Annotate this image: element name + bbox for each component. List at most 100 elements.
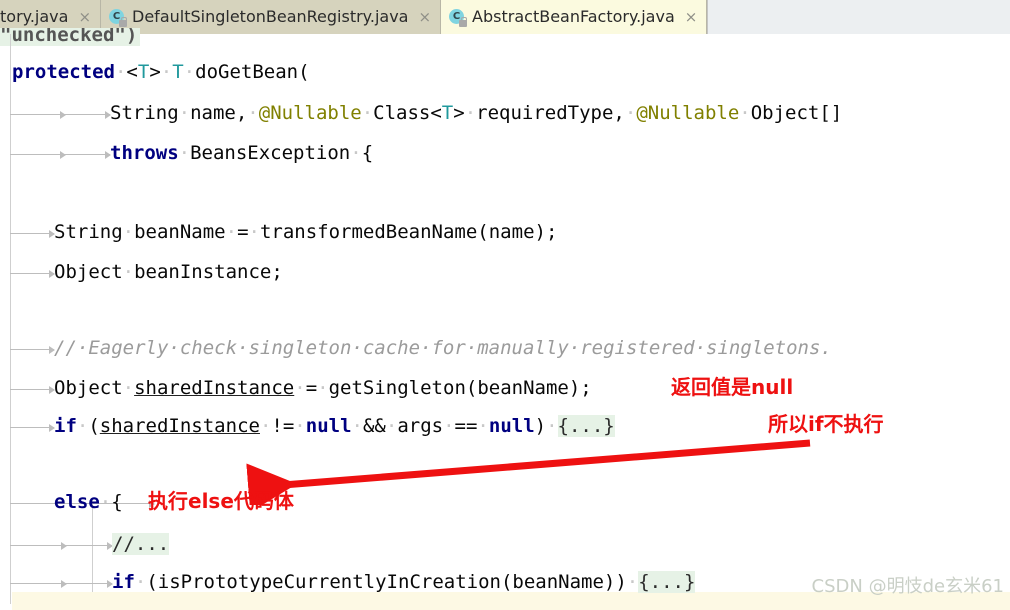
code-token: · <box>183 61 196 83</box>
code-token: beanName <box>134 221 226 243</box>
line-throws[interactable]: throws·BeansException·{ <box>0 139 373 167</box>
code-token: · <box>160 61 173 83</box>
code-token: ) <box>534 415 547 437</box>
line-params[interactable]: String·name,·@Nullable·Class<T>·required… <box>0 99 842 127</box>
code-token: · <box>477 415 489 437</box>
code-token: requiredType, <box>476 102 625 124</box>
code-token: getSingleton(beanName); <box>328 377 592 399</box>
code-token: {...} <box>638 571 696 593</box>
code-token: {...} <box>557 415 615 437</box>
line-method-signature[interactable]: protected·<T>·T·doGetBean( <box>0 58 310 86</box>
code-token: Class< <box>373 102 442 124</box>
tab-label: tory.java <box>0 7 69 26</box>
code-token: protected <box>12 61 115 83</box>
code-token: if <box>54 415 77 437</box>
code-token: · <box>443 415 455 437</box>
code-token: Object[] <box>750 102 843 124</box>
code-token: · <box>739 102 751 124</box>
code-token: · <box>122 221 135 243</box>
code-token: throws <box>110 142 179 164</box>
code-token: · <box>122 377 135 399</box>
tab-label: AbstractBeanFactory.java <box>472 7 675 26</box>
annot-run-else: 执行else代码体 <box>148 489 294 513</box>
code-token: · <box>464 102 477 124</box>
line-beaninstance[interactable]: Object·beanInstance; <box>0 258 283 286</box>
code-token: > <box>453 102 465 124</box>
code-token: doGetBean( <box>195 61 310 83</box>
code-token: · <box>626 571 639 593</box>
close-icon[interactable]: × <box>685 9 698 25</box>
code-token: · <box>114 61 127 83</box>
line-if-shared[interactable]: if·(sharedInstance·!=·null·&&·args·==·nu… <box>0 412 615 440</box>
code-token: · <box>99 491 112 513</box>
watermark-text: CSDN @明忮de玄米61 <box>811 576 1004 597</box>
code-token: { <box>361 142 374 164</box>
code-token: else <box>54 491 100 513</box>
tab-defaultsingletonbeanregistry-java[interactable]: C DefaultSingletonBeanRegistry.java × <box>101 0 442 34</box>
code-token: Object <box>54 261 123 283</box>
editor-tab-bar: tory.java × C DefaultSingletonBeanRegist… <box>0 0 1010 34</box>
code-token: · <box>546 415 558 437</box>
code-token: ( <box>88 415 100 437</box>
code-token: · <box>178 142 191 164</box>
close-icon[interactable]: × <box>418 9 431 25</box>
tab-label: DefaultSingletonBeanRegistry.java <box>132 7 409 26</box>
code-token: · <box>361 102 374 124</box>
code-token: · <box>624 102 637 124</box>
annot-return-null: 返回值是null <box>671 375 794 399</box>
code-token: && <box>362 415 386 437</box>
code-token: { <box>111 491 123 513</box>
code-token: T <box>137 61 150 83</box>
code-token: null <box>488 415 535 437</box>
code-token: @Nullable <box>636 102 740 124</box>
code-token: · <box>294 377 306 399</box>
code-token: · <box>294 415 306 437</box>
code-token: · <box>350 142 362 164</box>
code-token: //... <box>112 533 170 555</box>
line-beanname[interactable]: String·beanName·=·transformedBeanName(na… <box>0 218 557 246</box>
code-token: · <box>134 571 147 593</box>
code-token: sharedInstance <box>99 415 260 437</box>
code-token: BeansException <box>190 142 351 164</box>
code-token: · <box>248 221 260 243</box>
code-token: Object <box>54 377 123 399</box>
code-token: = <box>237 221 249 243</box>
code-token: (isPrototypeCurrentlyInCreation(beanName… <box>146 571 627 593</box>
tab-bar-empty-area <box>707 0 1010 34</box>
code-token: name, <box>190 102 248 124</box>
code-token: if <box>112 571 135 593</box>
code-token: beanInstance; <box>134 261 283 283</box>
code-token: args <box>397 415 444 437</box>
code-token: = <box>305 377 318 399</box>
annot-if-not-run: 所以if不执行 <box>768 412 884 436</box>
code-token: null <box>305 415 352 437</box>
code-token: · <box>122 261 135 283</box>
java-class-icon: C <box>449 8 468 27</box>
code-token: · <box>225 221 238 243</box>
line-ellipsis-comment[interactable]: //... <box>0 530 170 558</box>
line-comment[interactable]: //·Eagerly·check·singleton·cache·for·man… <box>0 334 832 362</box>
code-token: < <box>126 61 138 83</box>
code-token: sharedInstance <box>134 377 295 399</box>
line-getsingleton[interactable]: Object·sharedInstance·=·getSingleton(bea… <box>0 374 592 402</box>
code-token: · <box>178 102 191 124</box>
code-token: @Nullable <box>258 102 362 124</box>
code-token: · <box>247 102 259 124</box>
close-icon[interactable]: × <box>78 9 91 25</box>
line-if-prototype[interactable]: if·(isPrototypeCurrentlyInCreation(beanN… <box>0 568 696 596</box>
clipped-annotation-line: "unchecked") <box>0 28 141 46</box>
tab-abstractbeanfactory-java[interactable]: C AbstractBeanFactory.java × <box>441 0 708 34</box>
code-token: T <box>172 61 184 83</box>
editor-window: tory.java × C DefaultSingletonBeanRegist… <box>0 0 1010 610</box>
code-token: //·Eagerly·check·singleton·cache·for·man… <box>54 337 832 359</box>
code-token: String <box>54 221 123 243</box>
line-else[interactable]: else·{ <box>0 488 123 516</box>
code-token: T <box>441 102 454 124</box>
code-token: · <box>76 415 89 437</box>
code-token: != <box>271 415 295 437</box>
code-token: > <box>149 61 161 83</box>
code-token: · <box>385 415 398 437</box>
code-token: · <box>317 377 329 399</box>
code-token: String <box>110 102 179 124</box>
code-token: · <box>351 415 363 437</box>
